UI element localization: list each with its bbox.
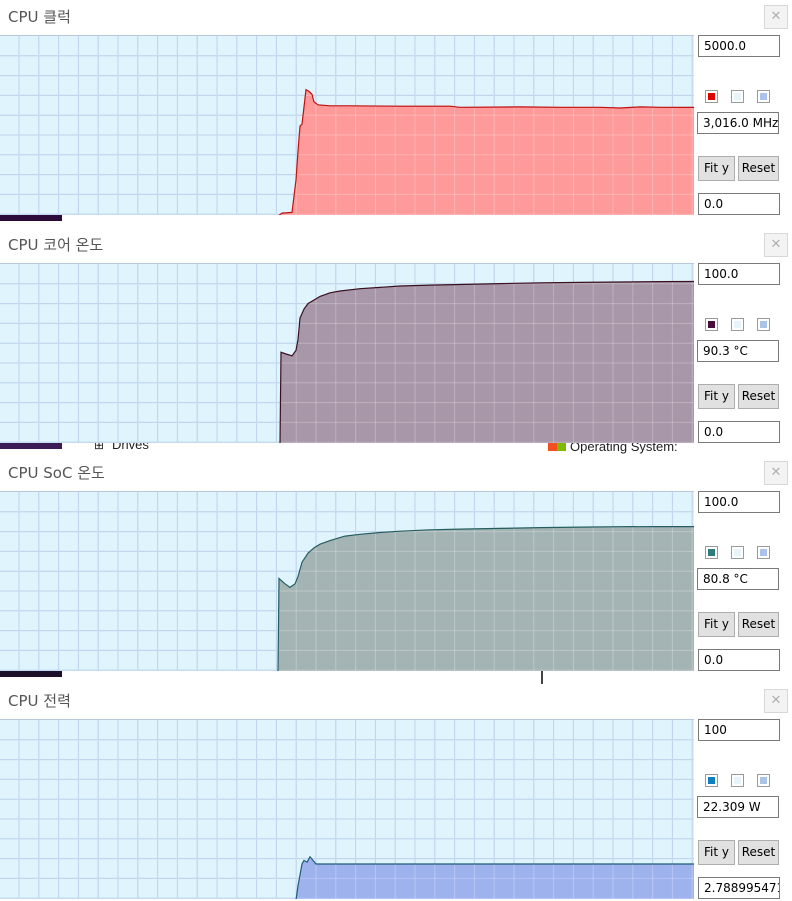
panel-cpu-clock: CPU 클럭 ✕ 5000.0 3,016.0 MHz Fit y Reset … [0, 0, 792, 215]
line-color-swatch[interactable] [705, 546, 718, 559]
y-min-field[interactable]: 0.0 [698, 193, 780, 215]
grid-color-swatch[interactable] [757, 318, 770, 331]
tree-expander-icon: ⊞ [94, 443, 105, 452]
background-window-strip-2: ⊞ Drives Operating System: [0, 443, 792, 456]
background-divider [541, 671, 543, 684]
background-color-swatch[interactable] [731, 90, 744, 103]
reset-button[interactable]: Reset [738, 612, 779, 637]
background-color-swatch[interactable] [731, 774, 744, 787]
grid-color-swatch[interactable] [757, 774, 770, 787]
series-area [278, 526, 694, 671]
fit-y-button[interactable]: Fit y [698, 840, 735, 865]
line-color-swatch[interactable] [705, 318, 718, 331]
graph-plot [0, 492, 694, 671]
drives-label: Drives [112, 443, 149, 452]
series-area [279, 89, 694, 215]
close-button[interactable]: ✕ [764, 233, 788, 257]
y-max-field[interactable]: 5000.0 [698, 35, 780, 57]
swatch-color [760, 549, 767, 556]
swatch-color [760, 321, 767, 328]
line-color-swatch[interactable] [705, 90, 718, 103]
fit-y-button[interactable]: Fit y [698, 384, 735, 409]
background-color-swatch[interactable] [731, 546, 744, 559]
graph-plot [0, 720, 694, 899]
panel-title: CPU SoC 온도 [8, 464, 105, 482]
panel-cpu-power: CPU 전력 ✕ 100 22.309 W Fit y Reset 2.7889… [0, 684, 792, 899]
graph-plot [0, 264, 694, 443]
background-window-strip-3 [0, 671, 792, 684]
y-max-field[interactable]: 100 [698, 719, 780, 741]
current-value-field: 3,016.0 MHz [697, 112, 779, 134]
graph-plot [0, 36, 694, 215]
current-value-field: 90.3 °C [697, 340, 779, 362]
panel-cpu-soc-temp: CPU SoC 온도 ✕ 100.0 80.8 °C Fit y Reset 0… [0, 456, 792, 671]
grid-color-swatch[interactable] [757, 546, 770, 559]
swatch-color [708, 777, 715, 784]
swatch-color [708, 549, 715, 556]
close-button[interactable]: ✕ [764, 461, 788, 485]
graph-area [0, 35, 694, 215]
graph-area [0, 719, 694, 899]
y-min-field[interactable]: 2.788995471 [698, 877, 780, 899]
graph-area [0, 263, 694, 443]
background-color-swatch[interactable] [731, 318, 744, 331]
close-button[interactable]: ✕ [764, 689, 788, 713]
series-area [280, 281, 694, 443]
y-max-field[interactable]: 100.0 [698, 491, 780, 513]
swatch-color [734, 93, 741, 100]
panel-cpu-core-temp: CPU 코어 온도 ✕ 100.0 90.3 °C Fit y Reset 0.… [0, 228, 792, 443]
current-value-field: 22.309 W [697, 796, 779, 818]
line-color-swatch[interactable] [705, 774, 718, 787]
y-min-field[interactable]: 0.0 [698, 421, 780, 443]
panel-title: CPU 전력 [8, 692, 71, 710]
close-button[interactable]: ✕ [764, 5, 788, 29]
reset-button[interactable]: Reset [738, 384, 779, 409]
swatch-color [760, 777, 767, 784]
current-value-field: 80.8 °C [697, 568, 779, 590]
reset-button[interactable]: Reset [738, 840, 779, 865]
panel-title: CPU 클럭 [8, 8, 71, 26]
y-max-field[interactable]: 100.0 [698, 263, 780, 285]
fit-y-button[interactable]: Fit y [698, 156, 735, 181]
swatch-color [734, 777, 741, 784]
background-thumbnail [0, 215, 62, 221]
panel-title: CPU 코어 온도 [8, 236, 104, 254]
fit-y-button[interactable]: Fit y [698, 612, 735, 637]
swatch-color [734, 549, 741, 556]
operating-system-label: Operating System: [570, 443, 678, 454]
reset-button[interactable]: Reset [738, 156, 779, 181]
windows-logo-icon [548, 443, 566, 451]
swatch-color [708, 321, 715, 328]
swatch-color [708, 93, 715, 100]
background-thumbnail [0, 671, 62, 677]
background-window-strip-1 [0, 215, 792, 228]
grid-color-swatch[interactable] [757, 90, 770, 103]
swatch-color [734, 321, 741, 328]
y-min-field[interactable]: 0.0 [698, 649, 780, 671]
background-thumbnail [0, 443, 62, 449]
graph-area [0, 491, 694, 671]
swatch-color [760, 93, 767, 100]
